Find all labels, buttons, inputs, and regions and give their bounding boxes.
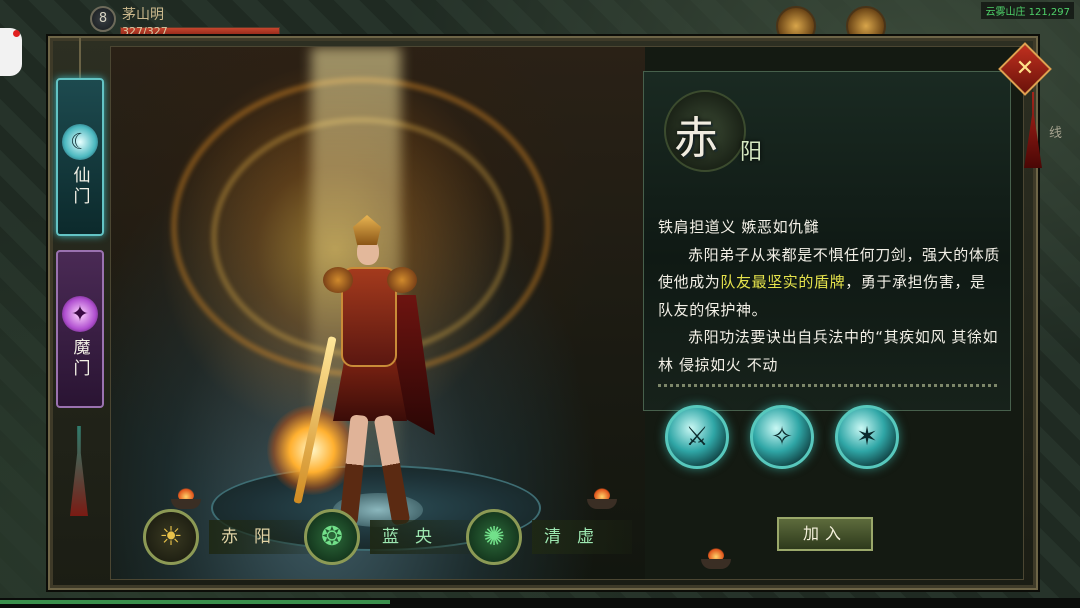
tab-xian-men-label: 仙门 (69, 166, 90, 208)
join-button[interactable]: 加入 (777, 517, 873, 551)
faction-lanyang[interactable]: ❂ 蓝央 (304, 507, 470, 567)
player-name: 茅山明 (122, 7, 164, 23)
player-level-badge: 8 (90, 6, 116, 32)
rail-ornament (79, 38, 81, 78)
sect-description: 铁肩担道义 嫉恶如仇雠 赤阳弟子从来都是不惧任何刀剑，强大的体质使他成为队友最坚… (658, 214, 1000, 382)
highlight-text: 队友最坚实的盾牌 (720, 273, 846, 291)
faction-chiyang[interactable]: ☀ 赤阳 (143, 507, 309, 567)
brazier-icon (587, 487, 617, 509)
scythe-icon: ⚔ (685, 422, 709, 452)
skill-icon-2[interactable]: ✧ (750, 405, 814, 469)
sect-select-panel: ☾ 仙门 ✦ 魔门 赤 阳 铁肩担道义 嫉恶如仇雠 赤阳弟子从来都是不惧任何刀剑… (48, 36, 1038, 590)
crown-icon (353, 215, 381, 245)
hero-character-model (267, 215, 441, 545)
sect-name-small: 阳 (740, 140, 763, 165)
player-hud: 8 茅山明 327/327 (60, 0, 360, 40)
experience-fill (0, 600, 390, 604)
notification-dot (13, 30, 20, 37)
flame-icon: ✦ (62, 296, 98, 332)
skill-icon-1[interactable]: ⚔ (665, 405, 729, 469)
rail-tassel (70, 426, 88, 516)
sect-side-rail: ☾ 仙门 ✦ 魔门 (50, 38, 110, 592)
sect-motto: 铁肩担道义 嫉恶如仇雠 (658, 218, 820, 236)
brazier-icon (171, 487, 201, 509)
tab-xian-men[interactable]: ☾ 仙门 (56, 78, 104, 236)
sect-info-card: 赤 阳 铁肩担道义 嫉恶如仇雠 赤阳弟子从来都是不惧任何刀剑，强大的体质使他成为… (643, 71, 1011, 411)
swirl-icon: ❂ (304, 509, 360, 565)
skill-icon-3[interactable]: ✶ (835, 405, 899, 469)
tab-mo-men-label: 魔门 (69, 338, 90, 380)
spear-icon: ✧ (771, 422, 793, 452)
map-coordinates: 云雾山庄 121,297 (981, 2, 1074, 19)
faction-name: 蓝央 (370, 520, 470, 554)
tab-mo-men[interactable]: ✦ 魔门 (56, 250, 104, 408)
dotted-divider (658, 384, 998, 387)
crescent-icon: ☾ (62, 124, 98, 160)
sect-name-big: 赤 (674, 113, 718, 164)
experience-bar (0, 598, 1080, 608)
triskelion-icon: ✺ (466, 509, 522, 565)
character-stage (111, 47, 731, 579)
sect-paragraph-1: 赤阳弟子从来都是不惧任何刀剑，强大的体质使他成为队友最坚实的盾牌，勇于承担伤害，… (658, 245, 1000, 319)
sun-icon: ☀ (143, 509, 199, 565)
sect-paragraph-2: 赤阳功法要诀出自兵法中的“其疾如风 其徐如林 侵掠如火 不动 (658, 328, 999, 374)
close-icon: ✕ (1015, 56, 1035, 81)
panel-content: 赤 阳 铁肩担道义 嫉恶如仇雠 赤阳弟子从来都是不惧任何刀剑，强大的体质使他成为… (110, 46, 1024, 580)
faction-name: 清虚 (532, 520, 632, 554)
faction-name: 赤阳 (209, 520, 309, 554)
side-strip-label: 线 (1048, 126, 1062, 141)
claw-icon: ✶ (856, 422, 878, 452)
brazier-icon (701, 547, 731, 569)
faction-qingxu[interactable]: ✺ 清虚 (466, 507, 632, 567)
app-badge-icon[interactable] (0, 28, 22, 76)
